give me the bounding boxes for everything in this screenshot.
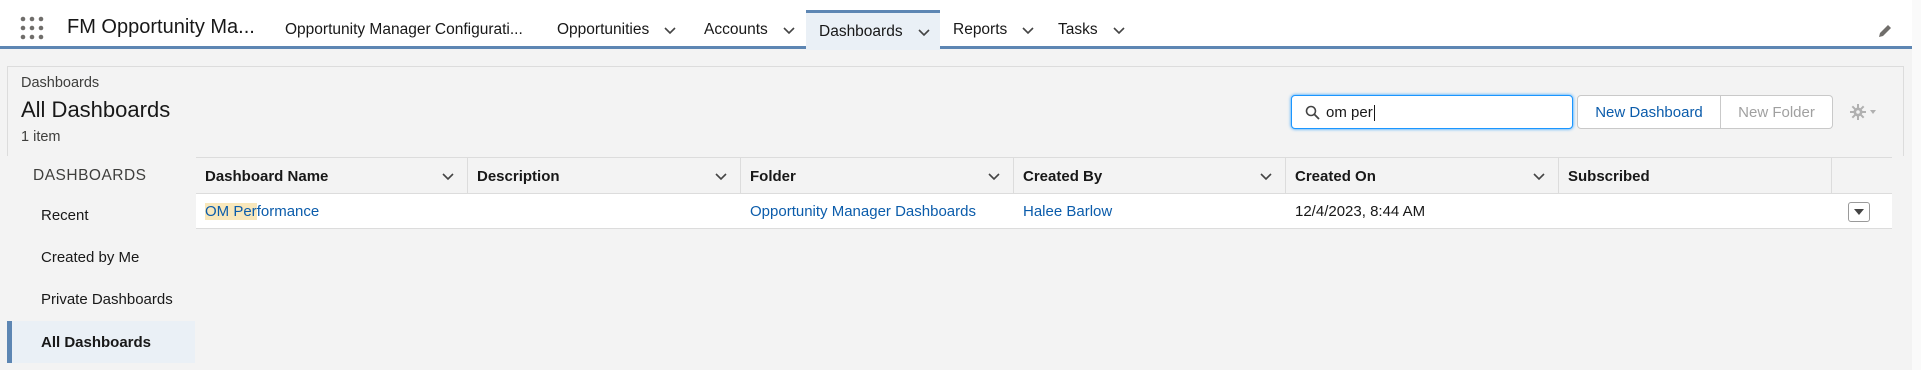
row-actions-button[interactable] bbox=[1848, 202, 1870, 222]
sidebar-item-recent[interactable]: Recent bbox=[7, 194, 195, 236]
dashboard-name-rest: formance bbox=[256, 202, 320, 220]
cell-subscribed bbox=[1559, 194, 1832, 228]
gear-icon[interactable] bbox=[1849, 103, 1879, 121]
chevron-down-icon[interactable] bbox=[441, 169, 455, 183]
tab-label: Tasks bbox=[1058, 21, 1098, 38]
sidebar-item-created-by-me[interactable]: Created by Me bbox=[7, 236, 195, 278]
app-launcher-icon[interactable] bbox=[20, 16, 44, 40]
cell-created-by: Halee Barlow bbox=[1014, 194, 1286, 228]
cell-description bbox=[468, 194, 741, 228]
tab-label: Reports bbox=[953, 21, 1008, 38]
column-header-dashboard-name[interactable]: Dashboard Name bbox=[196, 158, 468, 194]
tab-dashboards[interactable]: Dashboards bbox=[806, 10, 940, 50]
sidebar-item-all-dashboards[interactable]: All Dashboards bbox=[7, 321, 195, 363]
chevron-down-icon[interactable] bbox=[1532, 169, 1546, 183]
column-label: Subscribed bbox=[1568, 167, 1650, 185]
column-header-created-on[interactable]: Created On bbox=[1286, 158, 1559, 194]
column-header-description[interactable]: Description bbox=[468, 158, 741, 194]
cell-created-on: 12/4/2023, 8:44 AM bbox=[1295, 202, 1426, 220]
sidebar-heading: DASHBOARDS bbox=[33, 167, 147, 184]
global-nav-bar: FM Opportunity Ma... Opportunity Manager… bbox=[0, 0, 1912, 50]
search-value: om per bbox=[1326, 104, 1373, 121]
dashboards-table: Dashboard Name Description Folder Create… bbox=[196, 157, 1892, 370]
item-count: 1 item bbox=[21, 129, 61, 145]
tab-reports[interactable]: Reports bbox=[953, 10, 1035, 50]
search-icon bbox=[1305, 105, 1320, 120]
tab-opportunity-manager-configuration[interactable]: Opportunity Manager Configurati... bbox=[285, 10, 523, 50]
tab-opportunities[interactable]: Opportunities bbox=[557, 10, 677, 50]
tab-accounts[interactable]: Accounts bbox=[704, 10, 796, 50]
pencil-icon[interactable] bbox=[1877, 23, 1893, 39]
column-label: Created On bbox=[1295, 167, 1376, 185]
chevron-down-icon[interactable] bbox=[1259, 169, 1273, 183]
page-title: All Dashboards bbox=[21, 97, 171, 122]
tab-label: Dashboards bbox=[819, 22, 903, 40]
column-label: Dashboard Name bbox=[205, 167, 329, 185]
caret-down-icon bbox=[1854, 209, 1864, 215]
column-label: Created By bbox=[1023, 167, 1103, 185]
column-header-subscribed[interactable]: Subscribed bbox=[1559, 158, 1832, 194]
new-dashboard-button[interactable]: New Dashboard bbox=[1577, 95, 1721, 129]
tab-label: Accounts bbox=[704, 21, 768, 38]
column-label: Description bbox=[477, 167, 560, 185]
sidebar-item-private-dashboards[interactable]: Private Dashboards bbox=[7, 278, 195, 320]
sidebar-item-label: Private Dashboards bbox=[41, 290, 173, 308]
new-folder-button[interactable]: New Folder bbox=[1721, 95, 1833, 129]
table-row: OM Performance Opportunity Manager Dashb… bbox=[196, 194, 1892, 229]
tab-tasks[interactable]: Tasks bbox=[1058, 10, 1126, 50]
cell-dashboard-name[interactable]: OM Performance bbox=[196, 194, 468, 228]
cell-folder: Opportunity Manager Dashboards bbox=[741, 194, 1014, 228]
dashboard-name-link[interactable]: OM Performance bbox=[205, 202, 320, 220]
chevron-down-icon[interactable] bbox=[1021, 23, 1035, 37]
folder-sidebar: DASHBOARDS Recent Created by Me Private … bbox=[7, 157, 195, 370]
app-name: FM Opportunity Ma... bbox=[67, 16, 255, 38]
search-match-highlight: OM Per bbox=[205, 202, 257, 220]
chevron-down-icon[interactable] bbox=[917, 25, 931, 39]
folder-link[interactable]: Opportunity Manager Dashboards bbox=[750, 203, 976, 220]
tab-label: Opportunities bbox=[557, 21, 650, 38]
chevron-down-icon[interactable] bbox=[663, 23, 677, 37]
sidebar-item-label: All Dashboards bbox=[41, 333, 152, 351]
sidebar-item-label: Created by Me bbox=[41, 248, 140, 266]
search-input[interactable]: om per bbox=[1291, 95, 1573, 129]
breadcrumb[interactable]: Dashboards bbox=[21, 75, 99, 91]
chevron-down-icon[interactable] bbox=[782, 23, 796, 37]
chevron-down-icon[interactable] bbox=[987, 169, 1001, 183]
sidebar-item-label: Recent bbox=[41, 206, 89, 224]
created-by-link[interactable]: Halee Barlow bbox=[1023, 203, 1112, 220]
chevron-down-icon[interactable] bbox=[714, 169, 728, 183]
column-label: Folder bbox=[750, 167, 796, 185]
page-scrollbar[interactable] bbox=[1912, 0, 1921, 370]
tab-label: Opportunity Manager Configurati... bbox=[285, 21, 523, 38]
column-header-folder[interactable]: Folder bbox=[741, 158, 1014, 194]
column-header-created-by[interactable]: Created By bbox=[1014, 158, 1286, 194]
text-cursor bbox=[1373, 105, 1375, 122]
table-header: Dashboard Name Description Folder Create… bbox=[196, 157, 1892, 194]
chevron-down-icon[interactable] bbox=[1112, 23, 1126, 37]
